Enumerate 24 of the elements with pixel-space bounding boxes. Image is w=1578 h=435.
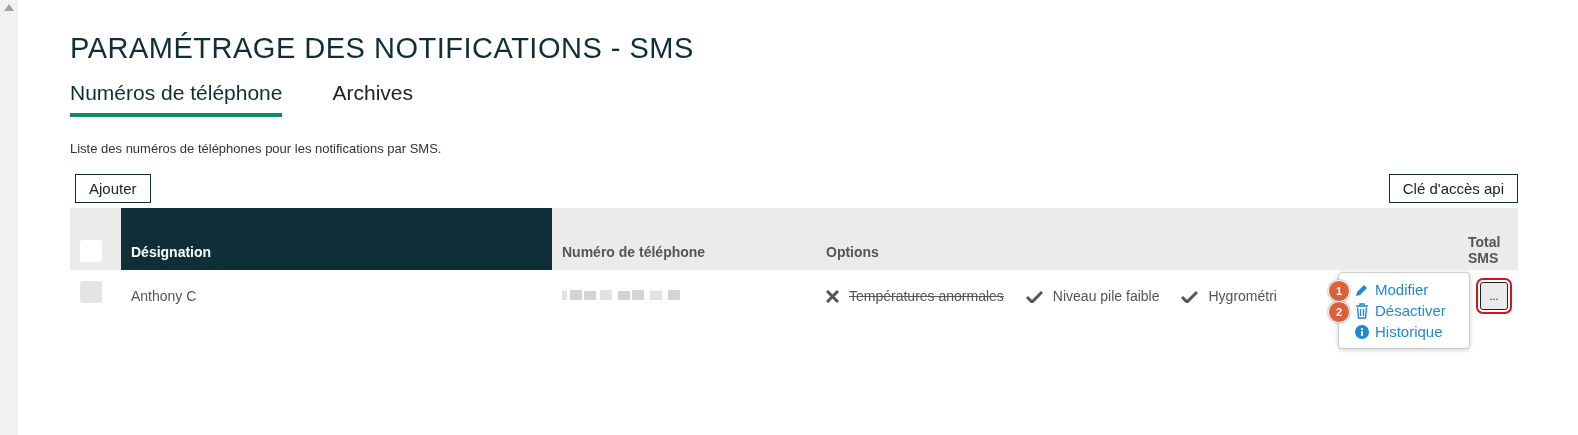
column-header[interactable]: Désignation (121, 208, 552, 270)
tab[interactable]: Numéros de téléphone (70, 79, 283, 117)
pencil-icon (1355, 282, 1369, 297)
menu-item[interactable]: Désactiver (1375, 302, 1446, 319)
info-icon (1355, 324, 1369, 339)
trash-icon (1355, 302, 1369, 319)
menu-item[interactable]: Modifier (1375, 281, 1429, 298)
column-header[interactable]: Options (816, 208, 1458, 270)
step-badge: 2 (1328, 301, 1350, 323)
page-title: PARAMÉTRAGE DES NOTIFICATIONS - SMS (70, 32, 695, 65)
scroll-up-icon[interactable] (4, 4, 14, 11)
option-label: Températures anormales (849, 288, 1004, 304)
column-header[interactable]: Total SMS (1458, 208, 1518, 270)
api-key-button[interactable]: Clé d'accès api (1388, 174, 1518, 203)
option-label: Hygrométri (1208, 288, 1277, 304)
column-header[interactable]: Numéro de téléphone (552, 208, 816, 270)
row-checkbox[interactable] (80, 281, 102, 303)
step-badge: 1 (1328, 280, 1350, 302)
add-button[interactable]: Ajouter (75, 174, 151, 203)
tab[interactable]: Archives (332, 79, 413, 117)
menu-item[interactable]: Historique (1375, 323, 1443, 340)
table-cell: Anthony C (121, 270, 552, 322)
description-text: Liste des numéros de téléphones pour les notifications par SMS. (70, 141, 443, 156)
option-label: Niveau pile faible (1052, 288, 1160, 304)
